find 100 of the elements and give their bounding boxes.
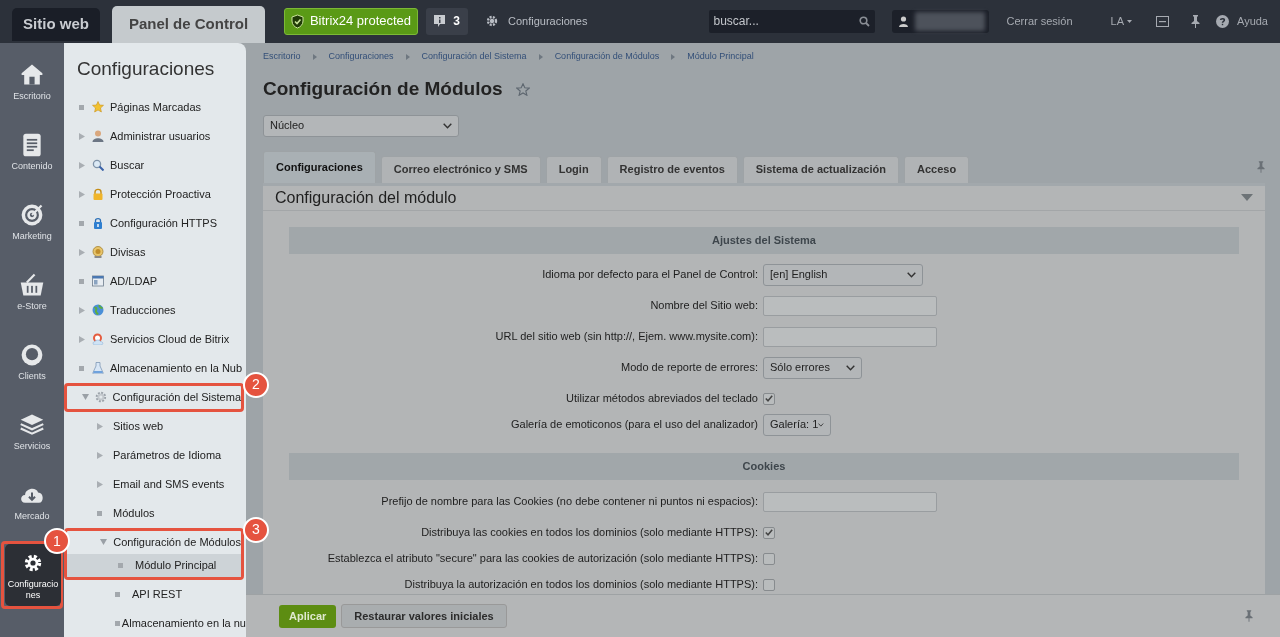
tab[interactable]: Acceso (903, 155, 970, 183)
check-icon (765, 395, 773, 402)
expand-arrow-icon[interactable] (79, 306, 85, 314)
menu-item[interactable]: Administrar usuarios (64, 121, 246, 151)
menu-item[interactable]: Módulos (64, 498, 246, 528)
menu-item[interactable]: Divisas (64, 237, 246, 267)
globe-icon (92, 304, 104, 316)
text-input[interactable] (763, 491, 937, 512)
text-input[interactable] (763, 326, 937, 347)
expand-arrow-icon[interactable] (97, 480, 103, 488)
checkbox[interactable] (763, 392, 775, 405)
menu-item[interactable]: Configuración de Módulos (67, 530, 241, 554)
user-box[interactable] (891, 9, 989, 33)
field-label: Galería de emoticonos (para el uso del analizador) (509, 417, 759, 433)
help-link[interactable]: Ayuda (1216, 12, 1268, 30)
expand-arrow-icon[interactable] (79, 132, 85, 140)
menu-item[interactable]: Almacenamiento en la Nub (64, 353, 246, 383)
menu-title: Configuraciones (77, 57, 216, 81)
tab[interactable]: Configuraciones (263, 150, 376, 183)
bullet-icon (79, 104, 84, 110)
star-icon (92, 101, 104, 113)
menu-item[interactable]: Configuración HTTPS (64, 208, 246, 238)
notifications-button[interactable]: 3 (426, 7, 468, 35)
reset-button[interactable]: Restaurar valores iniciales (341, 604, 507, 628)
coin-icon (92, 246, 104, 258)
module-select[interactable]: Núcleo (263, 114, 459, 137)
menu-item[interactable]: Módulo Principal (67, 553, 241, 577)
chevron-down-icon (846, 364, 855, 371)
expand-arrow-icon[interactable] (79, 335, 85, 343)
dropdown[interactable]: Sólo errores (763, 356, 862, 379)
pin-icon[interactable] (1191, 14, 1200, 28)
callout-number: 2 (243, 371, 269, 398)
collapse-arrow-icon[interactable] (100, 539, 107, 545)
user-icon (898, 15, 908, 27)
menu-item[interactable]: Sitios web (64, 411, 246, 441)
dropdown[interactable]: Galería: 1 (763, 413, 831, 436)
top-tab[interactable]: Sitio web (12, 8, 100, 41)
tab[interactable]: Sistema de actualización (742, 155, 899, 183)
menu-item[interactable]: Traducciones (64, 295, 246, 325)
expand-arrow-icon[interactable] (97, 451, 103, 459)
magnifier-icon (92, 159, 104, 171)
field-label: URL del sitio web (sin http://, Ejem. www.mysite.com): (494, 329, 759, 345)
chevron-icon (312, 54, 317, 60)
rail-item[interactable]: Marketing (0, 191, 64, 253)
bullet-icon (79, 220, 84, 226)
keyboard-icon[interactable] (1156, 15, 1169, 27)
target-icon (19, 202, 45, 228)
rail-item[interactable]: Contenido (0, 121, 64, 183)
callout-number: 1 (44, 528, 70, 554)
text-input[interactable] (763, 295, 937, 316)
logout-link[interactable]: Cerrar sesión (1006, 12, 1073, 30)
bullet-icon (118, 562, 123, 568)
menu-item[interactable]: Parámetros de Idioma (64, 440, 246, 470)
expand-arrow-icon[interactable] (79, 248, 85, 256)
blurred-user-name (914, 11, 985, 31)
chevron-down-icon (907, 271, 916, 278)
expand-arrow-icon[interactable] (79, 161, 85, 169)
rail-item[interactable]: e-Store (0, 261, 64, 323)
chevron-icon (538, 54, 543, 60)
search-icon[interactable] (858, 15, 870, 27)
menu-item[interactable]: Servicios Cloud de Bitrix (64, 324, 246, 354)
expand-arrow-icon[interactable] (79, 190, 85, 198)
menu-item[interactable]: Protección Proactiva (64, 179, 246, 209)
rail-item[interactable]: Clients (0, 331, 64, 393)
settings-link[interactable]: Configuraciones (486, 12, 588, 30)
language-menu[interactable]: LA (1110, 12, 1132, 30)
bullet-icon (115, 620, 120, 626)
rail-item[interactable]: Escritorio (0, 51, 64, 113)
checkbox[interactable] (763, 578, 775, 591)
caret-icon (1127, 19, 1132, 23)
menu-item[interactable]: Email and SMS events (64, 469, 246, 499)
basket-icon (19, 272, 45, 298)
info-icon (434, 15, 446, 27)
dropdown[interactable]: [en] English (763, 263, 923, 286)
collapse-arrow-icon[interactable] (82, 394, 89, 400)
field-label: Idioma por defecto para el Panel de Control: (541, 267, 759, 283)
checkbox[interactable] (763, 552, 775, 565)
shield-icon (290, 13, 304, 29)
menu-item[interactable]: Almacenamiento en la nu (64, 608, 246, 637)
rail-item[interactable]: Servicios (0, 401, 64, 463)
collapse-triangle-icon[interactable] (1241, 194, 1253, 201)
field-label: Nombre del Sitio web: (649, 298, 759, 314)
field-label: Utilizar métodos abreviados del teclado (565, 391, 759, 407)
tab[interactable]: Correo electrónico y SMS (380, 155, 541, 183)
star-icon[interactable] (515, 82, 530, 96)
checkbox[interactable] (763, 526, 775, 539)
tab[interactable]: Login (545, 155, 602, 183)
page-title: Configuración de Módulos (263, 77, 503, 101)
menu-item[interactable]: Buscar (64, 150, 246, 180)
bullet-icon (97, 510, 102, 516)
menu-item[interactable]: API REST (64, 579, 246, 609)
section-header: Cookies (289, 452, 1239, 480)
menu-item[interactable]: Configuración del Sistema (67, 385, 241, 409)
search-field[interactable]: buscar... (708, 9, 875, 33)
gear-icon (94, 391, 107, 403)
menu-item[interactable]: AD/LDAP (64, 266, 246, 296)
top-tab[interactable]: Panel de Control (112, 6, 265, 43)
tab[interactable]: Registro de eventos (606, 155, 738, 183)
menu-item[interactable]: Páginas Marcadas (64, 92, 246, 122)
expand-arrow-icon[interactable] (97, 422, 103, 430)
